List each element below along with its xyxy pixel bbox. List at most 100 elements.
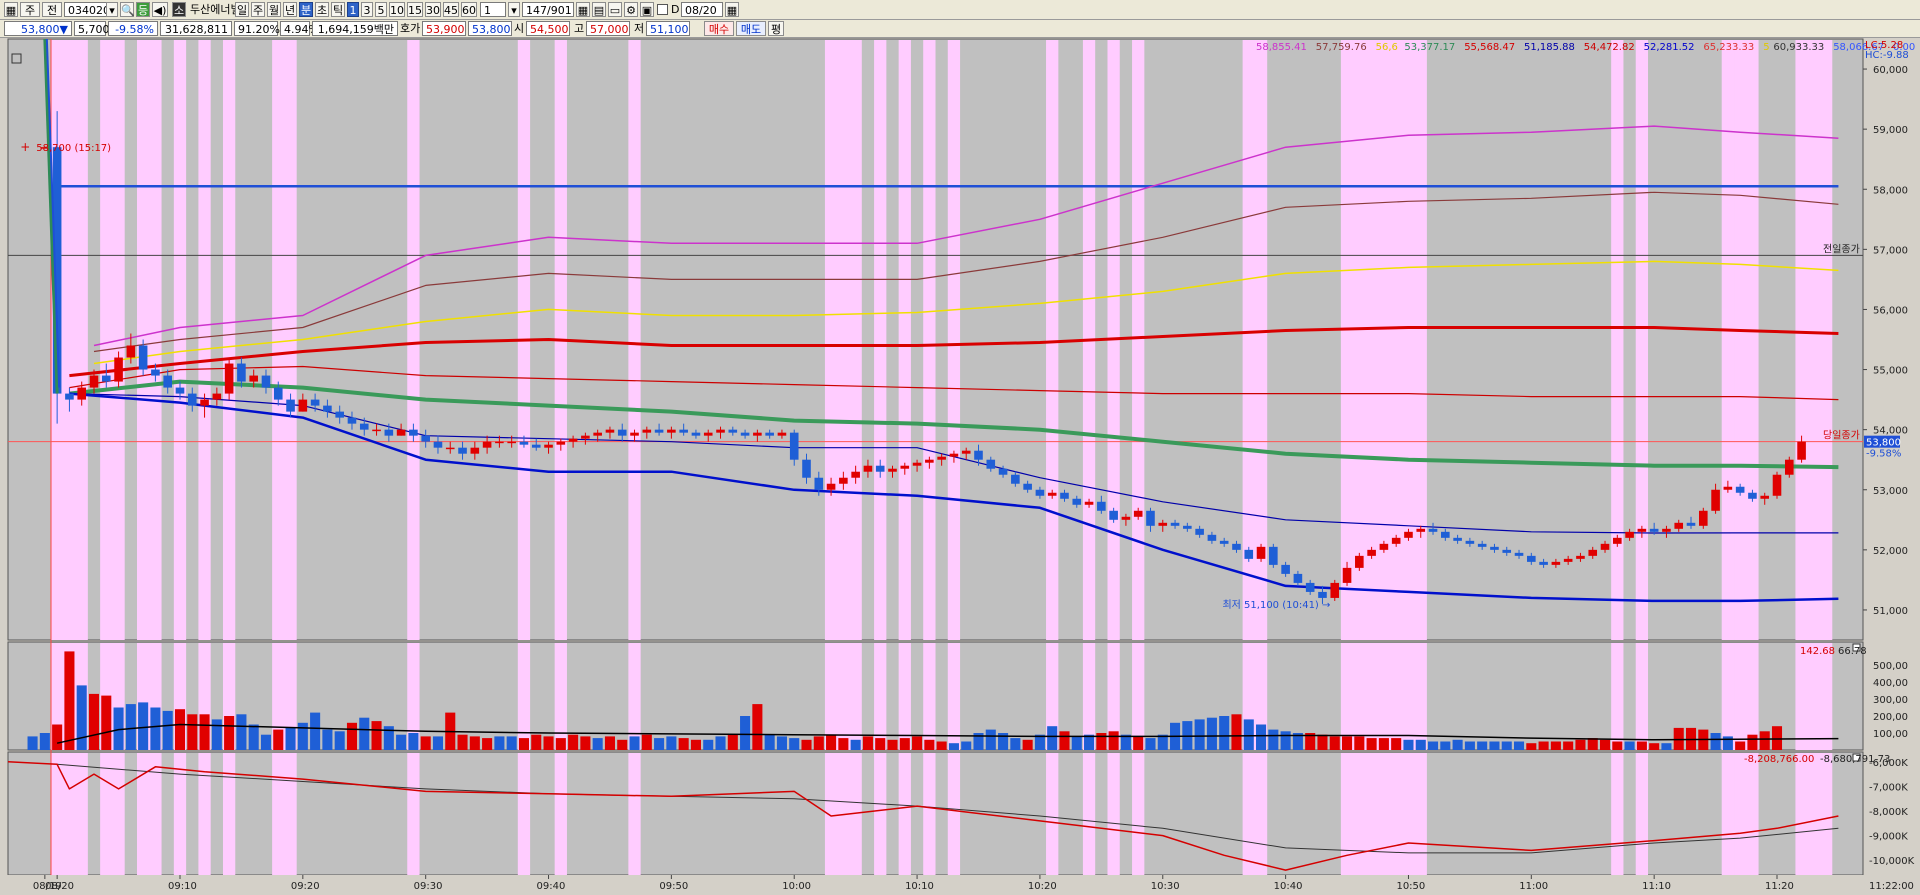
period-minute[interactable]: 분 [299, 2, 313, 17]
candle [642, 429, 652, 433]
volume-bar [764, 734, 775, 750]
candle [433, 441, 443, 448]
interval-dropdown-icon[interactable]: ▾ [508, 2, 520, 17]
low-label: 저 [634, 22, 645, 35]
volume-bar [174, 709, 186, 750]
code-dropdown-icon[interactable]: ▾ [106, 2, 118, 17]
volume-bar [961, 741, 972, 750]
candle [126, 345, 136, 358]
x-tick-label: 10:00 [782, 881, 811, 892]
volume-bar [654, 738, 665, 750]
period-second[interactable]: 초 [315, 2, 329, 17]
minute-15[interactable]: 15 [407, 2, 423, 17]
volume-bar [1108, 731, 1119, 750]
candle [1183, 525, 1192, 529]
minute-5[interactable]: 5 [375, 2, 387, 17]
date-input[interactable]: 08/20 [681, 2, 723, 17]
candle [101, 375, 111, 382]
candle [1244, 549, 1254, 559]
candle [482, 441, 492, 448]
volume-bar [1501, 741, 1512, 750]
candle [1600, 543, 1610, 550]
volume-bar [1649, 743, 1660, 750]
period-week[interactable]: 주 [251, 2, 265, 17]
volume-bar [1771, 726, 1783, 750]
volume-bar [297, 722, 308, 750]
candle [556, 441, 566, 445]
volume-bar [568, 734, 579, 750]
search-icon[interactable]: 🔍 [120, 2, 135, 17]
badge-icon[interactable]: 등 [136, 2, 150, 17]
print-icon[interactable]: ▭ [608, 2, 622, 17]
session-band [898, 753, 911, 875]
candle [1576, 555, 1585, 559]
calendar-picker-icon[interactable]: ▦ [725, 2, 739, 17]
minute-60[interactable]: 60 [461, 2, 477, 17]
candle [1674, 522, 1684, 529]
minute-1[interactable]: 1 [347, 2, 359, 17]
session-band [874, 40, 887, 640]
candle [1060, 492, 1069, 499]
sell-button[interactable]: 매도 [736, 21, 766, 36]
interval-input[interactable]: 1 [480, 2, 506, 17]
current-price: 53,800▼ [4, 21, 72, 36]
volume-bar [899, 738, 910, 750]
volume-bar [1735, 741, 1746, 750]
minute-30[interactable]: 30 [425, 2, 441, 17]
volume-bar [740, 716, 751, 750]
candle [470, 447, 480, 454]
menu-icon[interactable]: ▦ [4, 2, 18, 17]
volume-bar [1280, 731, 1291, 750]
speaker-icon[interactable]: ◀) [152, 2, 168, 17]
calendar-icon[interactable]: ▣ [640, 2, 654, 17]
volume-bar [948, 743, 959, 750]
candle [298, 399, 308, 412]
legend-item-6: 54,472.82 [1584, 42, 1635, 53]
session-band [628, 40, 641, 640]
open-label: 시 [514, 22, 525, 35]
x-tick-label: 09:50 [659, 881, 688, 892]
table-icon[interactable]: ▤ [592, 2, 606, 17]
volume-bar [1268, 729, 1279, 750]
candle [1637, 528, 1647, 532]
session-band [1132, 753, 1145, 875]
period-year[interactable]: 년 [283, 2, 297, 17]
y-tick-label: 58,000 [1873, 185, 1908, 196]
settings-icon[interactable]: ⚙ [624, 2, 638, 17]
period-day[interactable]: 일 [235, 2, 249, 17]
type-selector[interactable]: 전 [42, 2, 62, 17]
volume-bar [592, 738, 603, 750]
y-tick-label: 59,000 [1873, 125, 1908, 136]
volume-bar [1047, 726, 1058, 750]
volume-bar [1059, 731, 1070, 750]
volume-bar [1010, 738, 1021, 750]
volume-bar [1624, 741, 1635, 750]
buy-button[interactable]: 매수 [704, 21, 734, 36]
prev-close-label: 전일종가 [1823, 243, 1860, 255]
y-tick-label: 51,000 [1873, 606, 1908, 617]
session-band [407, 40, 420, 640]
candle [728, 429, 738, 433]
period-month[interactable]: 월 [267, 2, 281, 17]
low-annotation: 최저 51,100 (10:41) → [1222, 599, 1330, 611]
price-chart[interactable]: 60,000 59,000 58,000 57,000 56,000 55,000 54,0… [0, 38, 1920, 895]
volume-bar [715, 736, 726, 750]
candle [1772, 474, 1782, 496]
period-tick[interactable]: 틱 [331, 2, 345, 17]
grid-icon[interactable]: ▦ [576, 2, 590, 17]
candle [1232, 543, 1241, 550]
candle [1121, 516, 1131, 520]
volume-bar [1391, 738, 1402, 750]
category-badge[interactable]: 소 [172, 2, 186, 17]
session-band [947, 643, 961, 750]
candle [937, 456, 946, 460]
minute-45[interactable]: 45 [443, 2, 459, 17]
date-checkbox[interactable] [657, 4, 668, 15]
market-selector[interactable]: 주 [20, 2, 40, 17]
minute-10[interactable]: 10 [389, 2, 405, 17]
volume-bar [924, 739, 935, 750]
candle [1084, 501, 1094, 505]
minute-3[interactable]: 3 [361, 2, 373, 17]
flat-button[interactable]: 평 [768, 21, 784, 36]
change-percent: -9.58% [108, 21, 158, 36]
